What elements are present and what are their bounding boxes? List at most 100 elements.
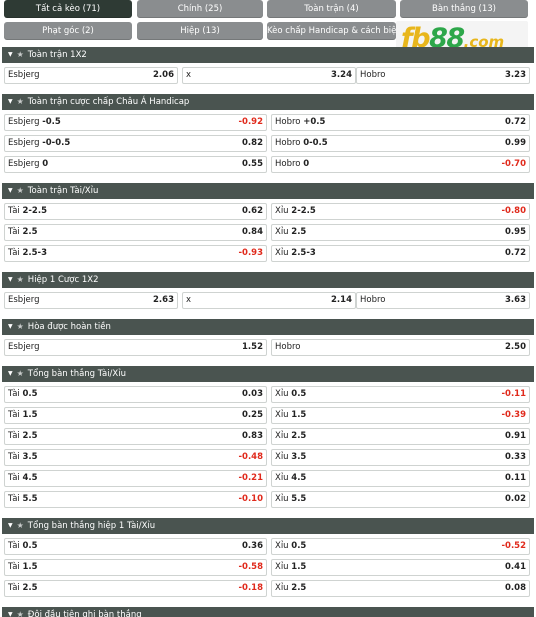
odds-row: Tài 5.5 -0.10 Xỉu 5.5 0.02 (4, 489, 530, 510)
favorite-star-icon[interactable]: ★ (17, 94, 24, 110)
favorite-star-icon[interactable]: ★ (17, 607, 24, 617)
tab-handicap[interactable]: Kèo chấp Handicap & cách biệt (3) (267, 22, 396, 40)
odds-cell[interactable]: x 2.14 (182, 292, 356, 309)
odds-cell[interactable]: Esbjerg 0 0.55 (4, 156, 267, 173)
market-section-header[interactable]: ▼ ★ Tổng bàn thắng Tài/Xỉu (2, 366, 534, 382)
odds-row: Tài 2.5-3 -0.93 Xỉu 2.5-3 0.72 (4, 243, 530, 264)
odds-value: 2.06 (153, 70, 174, 80)
odds-cell[interactable]: Xỉu 2.5 0.95 (271, 224, 530, 241)
odds-cell[interactable]: Tài 3.5 -0.48 (4, 449, 267, 466)
collapse-caret-icon[interactable]: ▼ (8, 319, 13, 335)
selection-name: Hobro (360, 295, 386, 305)
odds-cell[interactable]: Xỉu 5.5 0.02 (271, 491, 530, 508)
odds-value: -0.93 (238, 248, 264, 258)
selection-name: Tài (8, 562, 20, 572)
odds-cell[interactable]: Esbjerg -0-0.5 0.82 (4, 135, 267, 152)
market-section-header[interactable]: ▼ ★ Đội đầu tiên ghi bàn thắng (2, 607, 534, 617)
market-section-header[interactable]: ▼ ★ Tổng bàn thắng hiệp 1 Tài/Xỉu (2, 518, 534, 534)
odds-value: 3.24 (331, 70, 352, 80)
selection-label: Xỉu 2.5 (275, 225, 306, 240)
selection-name: Tài (8, 431, 20, 441)
selection-line: 2.5 (291, 227, 307, 237)
odds-row: Tài 4.5 -0.21 Xỉu 4.5 0.11 (4, 468, 530, 489)
odds-cell[interactable]: Esbjerg 2.63 (4, 292, 178, 309)
odds-cell[interactable]: Hobro +0.5 0.72 (271, 114, 530, 131)
favorite-star-icon[interactable]: ★ (17, 366, 24, 382)
favorite-star-icon[interactable]: ★ (17, 47, 24, 63)
odds-cell[interactable]: Esbjerg -0.5 -0.92 (4, 114, 267, 131)
tab-goals[interactable]: Bàn thắng (13) (400, 0, 528, 18)
tab-corners[interactable]: Phạt góc (2) (4, 22, 132, 40)
odds-cell[interactable]: Hobro 2.50 (271, 339, 530, 356)
odds-row: Tài 1.5 -0.58 Xỉu 1.5 0.41 (4, 557, 530, 578)
selection-line: 0-0.5 (303, 138, 328, 148)
tab-halves[interactable]: Hiệp (13) (137, 22, 263, 40)
market-section-header[interactable]: ▼ ★ Toàn trận 1X2 (2, 47, 534, 63)
market-section-header[interactable]: ▼ ★ Toàn trận cược chấp Châu Á Handicap (2, 94, 534, 110)
odds-cell[interactable]: Tài 2.5 0.84 (4, 224, 267, 241)
selection-label: x (186, 293, 191, 308)
collapse-caret-icon[interactable]: ▼ (8, 518, 13, 534)
odds-cell[interactable]: Xỉu 2.5 0.91 (271, 428, 530, 445)
odds-cell[interactable]: Tài 0.5 0.03 (4, 386, 267, 403)
odds-cell[interactable]: Esbjerg 2.06 (4, 67, 178, 84)
odds-cell[interactable]: Xỉu 2.5 0.08 (271, 580, 530, 597)
favorite-star-icon[interactable]: ★ (17, 518, 24, 534)
favorite-star-icon[interactable]: ★ (17, 183, 24, 199)
collapse-caret-icon[interactable]: ▼ (8, 366, 13, 382)
selection-line: 4.5 (291, 473, 307, 483)
selection-line: 1.5 (22, 410, 38, 420)
odds-cell[interactable]: Hobro 3.63 (356, 292, 530, 309)
odds-cell[interactable]: Tài 2.5 -0.18 (4, 580, 267, 597)
odds-cell[interactable]: Xỉu 1.5 0.41 (271, 559, 530, 576)
odds-cell[interactable]: Xỉu 2.5-3 0.72 (271, 245, 530, 262)
collapse-caret-icon[interactable]: ▼ (8, 272, 13, 288)
odds-cell[interactable]: Tài 0.5 0.36 (4, 538, 267, 555)
odds-cell[interactable]: Xỉu 0.5 -0.11 (271, 386, 530, 403)
odds-cell[interactable]: Xỉu 0.5 -0.52 (271, 538, 530, 555)
selection-name: Tài (8, 583, 20, 593)
odds-cell[interactable]: Esbjerg 1.52 (4, 339, 267, 356)
odds-cell[interactable]: Xỉu 4.5 0.11 (271, 470, 530, 487)
market-section-header[interactable]: ▼ ★ Hòa được hoàn tiền (2, 319, 534, 335)
collapse-caret-icon[interactable]: ▼ (8, 183, 13, 199)
odds-cell[interactable]: Tài 2-2.5 0.62 (4, 203, 267, 220)
odds-row: Esbjerg -0.5 -0.92 Hobro +0.5 0.72 (4, 112, 530, 133)
market-section-header[interactable]: ▼ ★ Toàn trận Tài/Xỉu (2, 183, 534, 199)
odds-cell[interactable]: Tài 4.5 -0.21 (4, 470, 267, 487)
odds-cell[interactable]: x 3.24 (182, 67, 356, 84)
odds-value: 0.84 (242, 227, 263, 237)
tab-main[interactable]: Chính (25) (137, 0, 263, 18)
odds-cell[interactable]: Xỉu 2-2.5 -0.80 (271, 203, 530, 220)
odds-value: 0.33 (505, 452, 526, 462)
selection-name: Xỉu (275, 473, 289, 483)
odds-cell[interactable]: Tài 1.5 0.25 (4, 407, 267, 424)
tab-all-markets[interactable]: Tất cả kèo (71) (4, 0, 132, 18)
market-section-header[interactable]: ▼ ★ Hiệp 1 Cược 1X2 (2, 272, 534, 288)
odds-cell[interactable]: Tài 5.5 -0.10 (4, 491, 267, 508)
odds-cell[interactable]: Xỉu 1.5 -0.39 (271, 407, 530, 424)
odds-cell[interactable]: Tài 1.5 -0.58 (4, 559, 267, 576)
market-section-title: Toàn trận cược chấp Châu Á Handicap (27, 97, 190, 107)
odds-cell[interactable]: Hobro 3.23 (356, 67, 530, 84)
tab-full-match[interactable]: Toàn trận (4) (267, 0, 396, 18)
selection-label: Xỉu 4.5 (275, 471, 306, 486)
market-section-title: Hòa được hoàn tiền (27, 322, 111, 332)
selection-name: Tài (8, 248, 20, 258)
selection-label: Xỉu 2.5 (275, 429, 306, 444)
collapse-caret-icon[interactable]: ▼ (8, 94, 13, 110)
odds-cell[interactable]: Hobro 0 -0.70 (271, 156, 530, 173)
odds-cell[interactable]: Hobro 0-0.5 0.99 (271, 135, 530, 152)
odds-cell[interactable]: Tài 2.5 0.83 (4, 428, 267, 445)
selection-line: +0.5 (303, 117, 326, 127)
odds-cell[interactable]: Xỉu 3.5 0.33 (271, 449, 530, 466)
favorite-star-icon[interactable]: ★ (17, 272, 24, 288)
favorite-star-icon[interactable]: ★ (17, 319, 24, 335)
collapse-caret-icon[interactable]: ▼ (8, 47, 13, 63)
odds-cell[interactable]: Tài 2.5-3 -0.93 (4, 245, 267, 262)
odds-row: Tài 1.5 0.25 Xỉu 1.5 -0.39 (4, 405, 530, 426)
selection-label: Hobro (360, 293, 386, 308)
market-section-title: Toàn trận Tài/Xỉu (27, 186, 99, 196)
selection-label: Xỉu 2.5 (275, 581, 306, 596)
collapse-caret-icon[interactable]: ▼ (8, 607, 13, 617)
